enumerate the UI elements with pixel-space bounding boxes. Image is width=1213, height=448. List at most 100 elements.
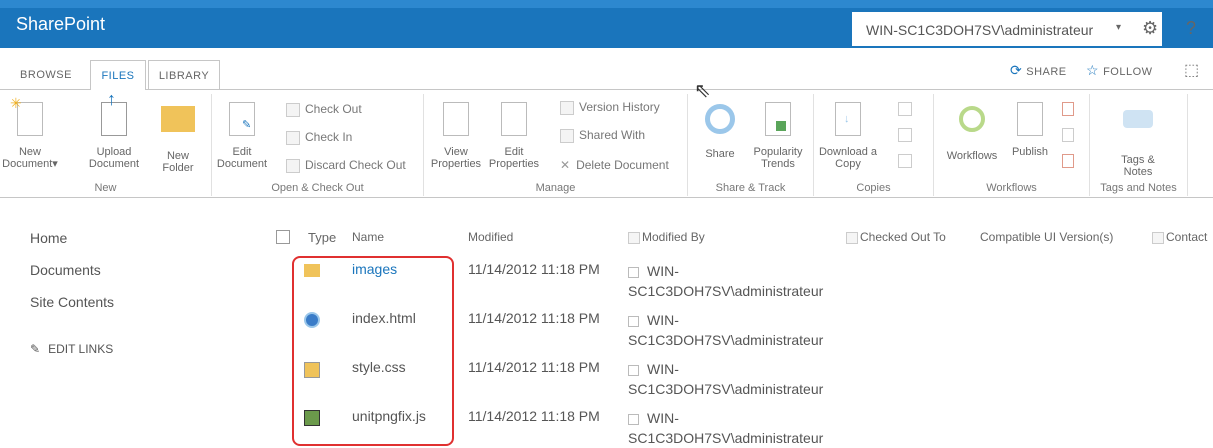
send-to-icon[interactable] <box>898 102 912 116</box>
group-tags-notes: Tags & Notes Tags and Notes <box>1090 94 1188 196</box>
contact-label: Contact <box>1166 230 1208 244</box>
workflows-label: Workflows <box>946 150 998 162</box>
upload-document-button[interactable]: ↑ Upload Document <box>86 90 142 170</box>
share-link[interactable]: ⟳ SHARE <box>1010 62 1067 79</box>
shared-with-button[interactable]: Shared With <box>560 128 645 143</box>
approve-icon[interactable] <box>1062 128 1074 142</box>
popularity-trends-button[interactable]: Popularity Trends <box>750 100 806 170</box>
presence-checkbox <box>628 364 639 376</box>
upload-document-label: Upload Document <box>88 146 140 170</box>
version-history-icon <box>560 100 574 115</box>
row-modified: 11/14/2012 11:18 PM <box>468 310 600 326</box>
gear-icon[interactable]: ⚙ <box>1142 18 1158 39</box>
check-out-label: Check Out <box>305 102 362 116</box>
row-modified-by[interactable]: WIN- SC1C3DOH7SV\administrateur <box>628 359 823 399</box>
share-label: Share <box>705 148 735 160</box>
row-modified: 11/14/2012 11:18 PM <box>468 408 600 424</box>
help-icon[interactable]: ? <box>1186 18 1196 39</box>
tab-browse[interactable]: BROWSE <box>8 60 84 90</box>
popularity-label: Popularity Trends <box>753 146 803 170</box>
modified-by-line2: SC1C3DOH7SV\administrateur <box>628 381 824 397</box>
brand-title[interactable]: SharePoint <box>16 14 105 35</box>
column-checkbox <box>846 231 858 244</box>
view-properties-button[interactable]: View Properties <box>428 100 484 170</box>
unpublish-icon[interactable] <box>1062 102 1074 116</box>
version-history-label: Version History <box>579 100 660 114</box>
new-document-icon: ✳ <box>10 96 43 136</box>
edit-links[interactable]: ✎ EDIT LINKS <box>30 342 113 356</box>
new-folder-button[interactable]: New Folder <box>150 100 206 174</box>
modified-by-line1: WIN- <box>647 312 679 328</box>
close-icon: ✕ <box>560 158 571 172</box>
publish-label: Publish <box>1011 146 1049 158</box>
group-copies: ↓ Download a Copy Copies <box>814 94 934 196</box>
edit-properties-icon <box>501 102 527 136</box>
publish-button[interactable]: Publish <box>1004 100 1056 158</box>
workflow-icon <box>959 106 985 132</box>
nav-documents[interactable]: Documents <box>30 262 101 278</box>
share-label: SHARE <box>1026 66 1067 78</box>
ribbon: ✳ New Document▾ ↑ Upload Document New Fo… <box>0 90 1213 198</box>
modified-by-line2: SC1C3DOH7SV\administrateur <box>628 332 824 348</box>
tab-library[interactable]: LIBRARY <box>148 60 220 90</box>
upload-icon: ↑ <box>101 90 127 136</box>
check-in-button[interactable]: Check In <box>286 130 352 145</box>
focus-icon[interactable]: ⬚ <box>1184 60 1199 80</box>
discard-check-out-button[interactable]: Discard Check Out <box>286 158 406 173</box>
delete-document-button[interactable]: ✕ Delete Document <box>560 158 669 172</box>
column-checked-out-to[interactable]: Checked Out To <box>846 230 946 244</box>
workflows-button[interactable]: Workflows <box>940 100 1004 162</box>
discard-label: Discard Check Out <box>305 158 406 172</box>
modified-by-line2: SC1C3DOH7SV\administrateur <box>628 283 824 299</box>
edit-document-button[interactable]: ✎ Edit Document <box>214 100 270 170</box>
check-out-button[interactable]: Check Out <box>286 102 362 117</box>
group-tags-label: Tags and Notes <box>1100 182 1177 194</box>
column-name[interactable]: Name <box>352 230 384 244</box>
column-modified[interactable]: Modified <box>468 230 513 244</box>
column-type[interactable]: Type <box>308 230 336 245</box>
share-button[interactable]: Share <box>692 100 748 160</box>
column-modified-by[interactable]: Modified By <box>628 230 705 244</box>
version-history-button[interactable]: Version History <box>560 100 660 115</box>
row-modified: 11/14/2012 11:18 PM <box>468 261 600 277</box>
chevron-down-icon[interactable]: ▾ <box>1116 22 1121 33</box>
download-copy-button[interactable]: ↓ Download a Copy <box>816 100 880 170</box>
tab-files[interactable]: FILES <box>90 60 146 91</box>
group-workflows: Workflows Publish Workflows <box>934 94 1090 196</box>
column-contact[interactable]: Contact <box>1152 230 1207 244</box>
new-document-label: New Document▾ <box>2 146 58 170</box>
manage-copies-icon[interactable] <box>898 128 912 142</box>
row-modified-by[interactable]: WIN- SC1C3DOH7SV\administrateur <box>628 261 823 301</box>
group-manage: View Properties Edit Properties Version … <box>424 94 688 196</box>
row-modified-by[interactable]: WIN- SC1C3DOH7SV\administrateur <box>628 310 823 350</box>
download-label: Download a Copy <box>818 146 878 170</box>
row-modified-by[interactable]: WIN- SC1C3DOH7SV\administrateur <box>628 408 823 448</box>
check-in-label: Check In <box>305 130 353 144</box>
new-document-button[interactable]: ✳ New Document▾ <box>2 96 58 170</box>
share-icon <box>705 104 735 134</box>
edit-properties-button[interactable]: Edit Properties <box>486 100 542 170</box>
go-to-source-icon[interactable] <box>898 154 912 168</box>
cancel-approval-icon[interactable] <box>1062 154 1074 168</box>
column-compat-version[interactable]: Compatible UI Version(s) <box>980 230 1113 244</box>
tags-notes-button[interactable]: Tags & Notes <box>1110 100 1166 178</box>
edit-document-icon: ✎ <box>229 102 255 136</box>
column-checkbox <box>628 231 640 244</box>
window-strip <box>0 0 1213 8</box>
share-icon: ⟳ <box>1010 62 1023 78</box>
follow-link[interactable]: ☆ FOLLOW <box>1086 62 1153 79</box>
nav-site-contents[interactable]: Site Contents <box>30 294 114 310</box>
column-checkbox <box>1152 231 1164 244</box>
check-out-icon <box>286 102 300 117</box>
user-menu[interactable]: WIN-SC1C3DOH7SV\administrateur <box>866 22 1093 38</box>
modified-by-line1: WIN- <box>647 410 679 426</box>
modified-by-line1: WIN- <box>647 263 679 279</box>
group-open-checkout: ✎ Edit Document Check Out Check In Disca… <box>212 94 424 196</box>
group-share-track: Share Popularity Trends Share & Track <box>688 94 814 196</box>
select-all-checkbox[interactable] <box>276 230 290 244</box>
nav-home[interactable]: Home <box>30 230 67 246</box>
check-in-icon <box>286 130 300 145</box>
group-new-label: New <box>94 182 117 194</box>
modified-by-line1: WIN- <box>647 361 679 377</box>
tags-notes-label: Tags & Notes <box>1121 154 1155 178</box>
